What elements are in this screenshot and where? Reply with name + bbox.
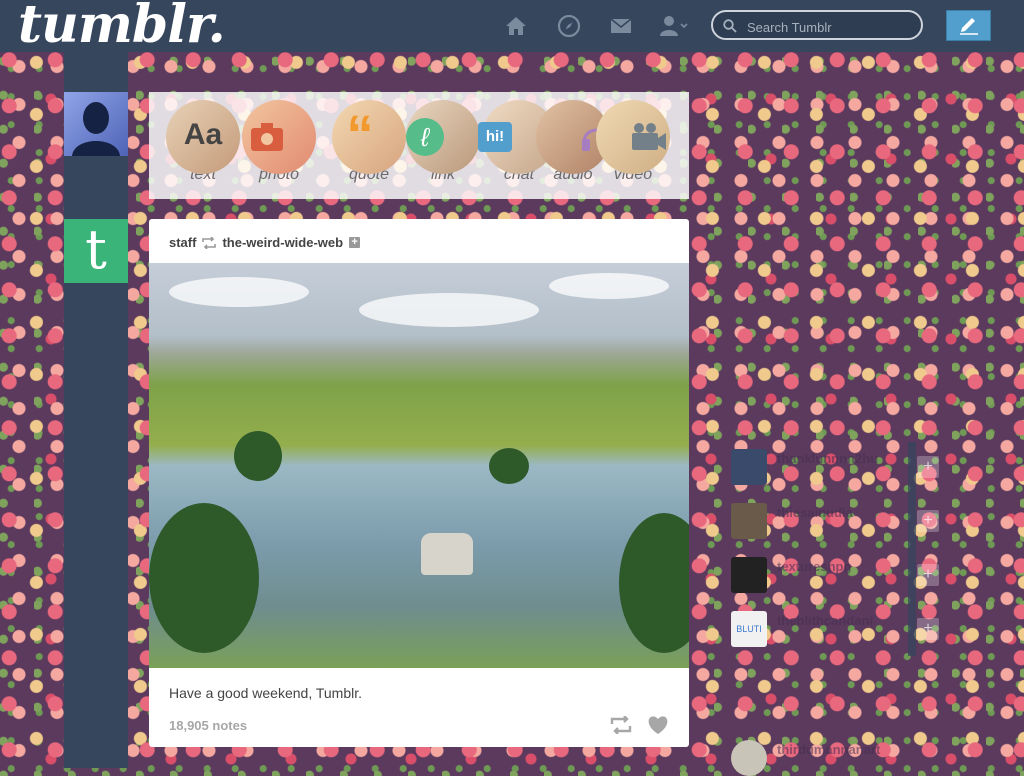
chat-icon: hi! (478, 122, 512, 152)
inbox-icon[interactable] (609, 14, 633, 38)
follow-button[interactable]: + (917, 564, 939, 586)
search-box[interactable] (711, 10, 923, 40)
follow-button[interactable]: + (917, 618, 939, 640)
reblog-icon (610, 715, 632, 735)
tumblr-logo[interactable]: tumblr. (18, 0, 226, 55)
cloud (549, 273, 669, 299)
link-type-thumbnail: ℓ (406, 100, 480, 174)
photo-type-thumbnail (242, 100, 316, 174)
camera-icon (251, 123, 283, 151)
follow-plus-icon[interactable]: + (349, 237, 361, 248)
follow-button[interactable]: + (917, 510, 939, 532)
post-type-photo[interactable]: photo (241, 100, 317, 184)
recommended-blog-name[interactable]: texturesnpg (777, 559, 851, 574)
search-input[interactable] (745, 17, 919, 37)
home-icon[interactable] (504, 14, 528, 38)
post-header: staff the-weird-wide-web + (169, 235, 361, 250)
radar-blog-avatar[interactable] (731, 740, 767, 776)
staff-avatar[interactable]: t (64, 219, 128, 283)
post-caption: Have a good weekend, Tumblr. (169, 685, 363, 701)
recommended-blog-name[interactable]: theblithcandani (777, 613, 873, 628)
recommended-blog-avatar[interactable] (731, 557, 767, 593)
compose-button[interactable] (946, 10, 991, 41)
account-icon[interactable] (660, 14, 688, 38)
recommended-scroll-bar (908, 442, 916, 656)
follow-button[interactable]: + (917, 456, 939, 478)
recommended-blog-name[interactable]: thanklunnnn2hu (777, 451, 878, 466)
wagon-figure (421, 533, 473, 575)
post-type-bar: Aa text photo “ quote ℓ link hi! chat au… (149, 92, 689, 199)
text-icon: Aa (183, 118, 223, 151)
cloud (169, 277, 309, 307)
like-button[interactable] (647, 715, 669, 740)
post-type-link[interactable]: ℓ link (405, 100, 481, 184)
video-type-thumbnail (596, 100, 670, 174)
video-camera-icon (632, 123, 666, 150)
recommended-blog-avatar[interactable]: BLUTI (731, 611, 767, 647)
explore-icon[interactable] (557, 14, 581, 38)
post-photo[interactable] (149, 263, 689, 668)
post-type-quote[interactable]: “ quote (331, 100, 407, 184)
dashboard-post: staff the-weird-wide-web + Have a good w… (149, 219, 689, 747)
pencil-icon (960, 18, 978, 35)
quote-icon: “ (346, 105, 374, 165)
quote-type-thumbnail: “ (332, 100, 406, 174)
search-icon (723, 19, 737, 33)
recommended-blog-avatar[interactable] (731, 503, 767, 539)
heart-icon (648, 716, 668, 734)
tree (149, 503, 259, 653)
radar-blog-name[interactable]: thirdumannanart (777, 742, 880, 757)
cloud (359, 293, 539, 327)
dashboard-left-column (64, 52, 128, 768)
post-type-text[interactable]: Aa text (165, 100, 241, 184)
reblog-icon (202, 236, 217, 249)
post-notes-count[interactable]: 18,905 notes (169, 718, 247, 733)
text-type-thumbnail: Aa (166, 100, 240, 174)
reblogged-from-link[interactable]: the-weird-wide-web (222, 235, 343, 250)
tree (489, 448, 529, 484)
recommended-blog-name[interactable]: thiesainudia (777, 505, 853, 520)
tree (619, 513, 689, 653)
user-avatar[interactable] (64, 92, 128, 156)
post-author-link[interactable]: staff (169, 235, 196, 250)
reblog-button[interactable] (610, 715, 632, 739)
top-navigation-bar: tumblr. (0, 0, 1024, 55)
recommended-blog-avatar[interactable] (731, 449, 767, 485)
link-icon: ℓ (406, 118, 444, 156)
tree (234, 431, 282, 481)
post-type-video[interactable]: video (595, 100, 671, 184)
link-glyph: ℓ (420, 122, 430, 152)
